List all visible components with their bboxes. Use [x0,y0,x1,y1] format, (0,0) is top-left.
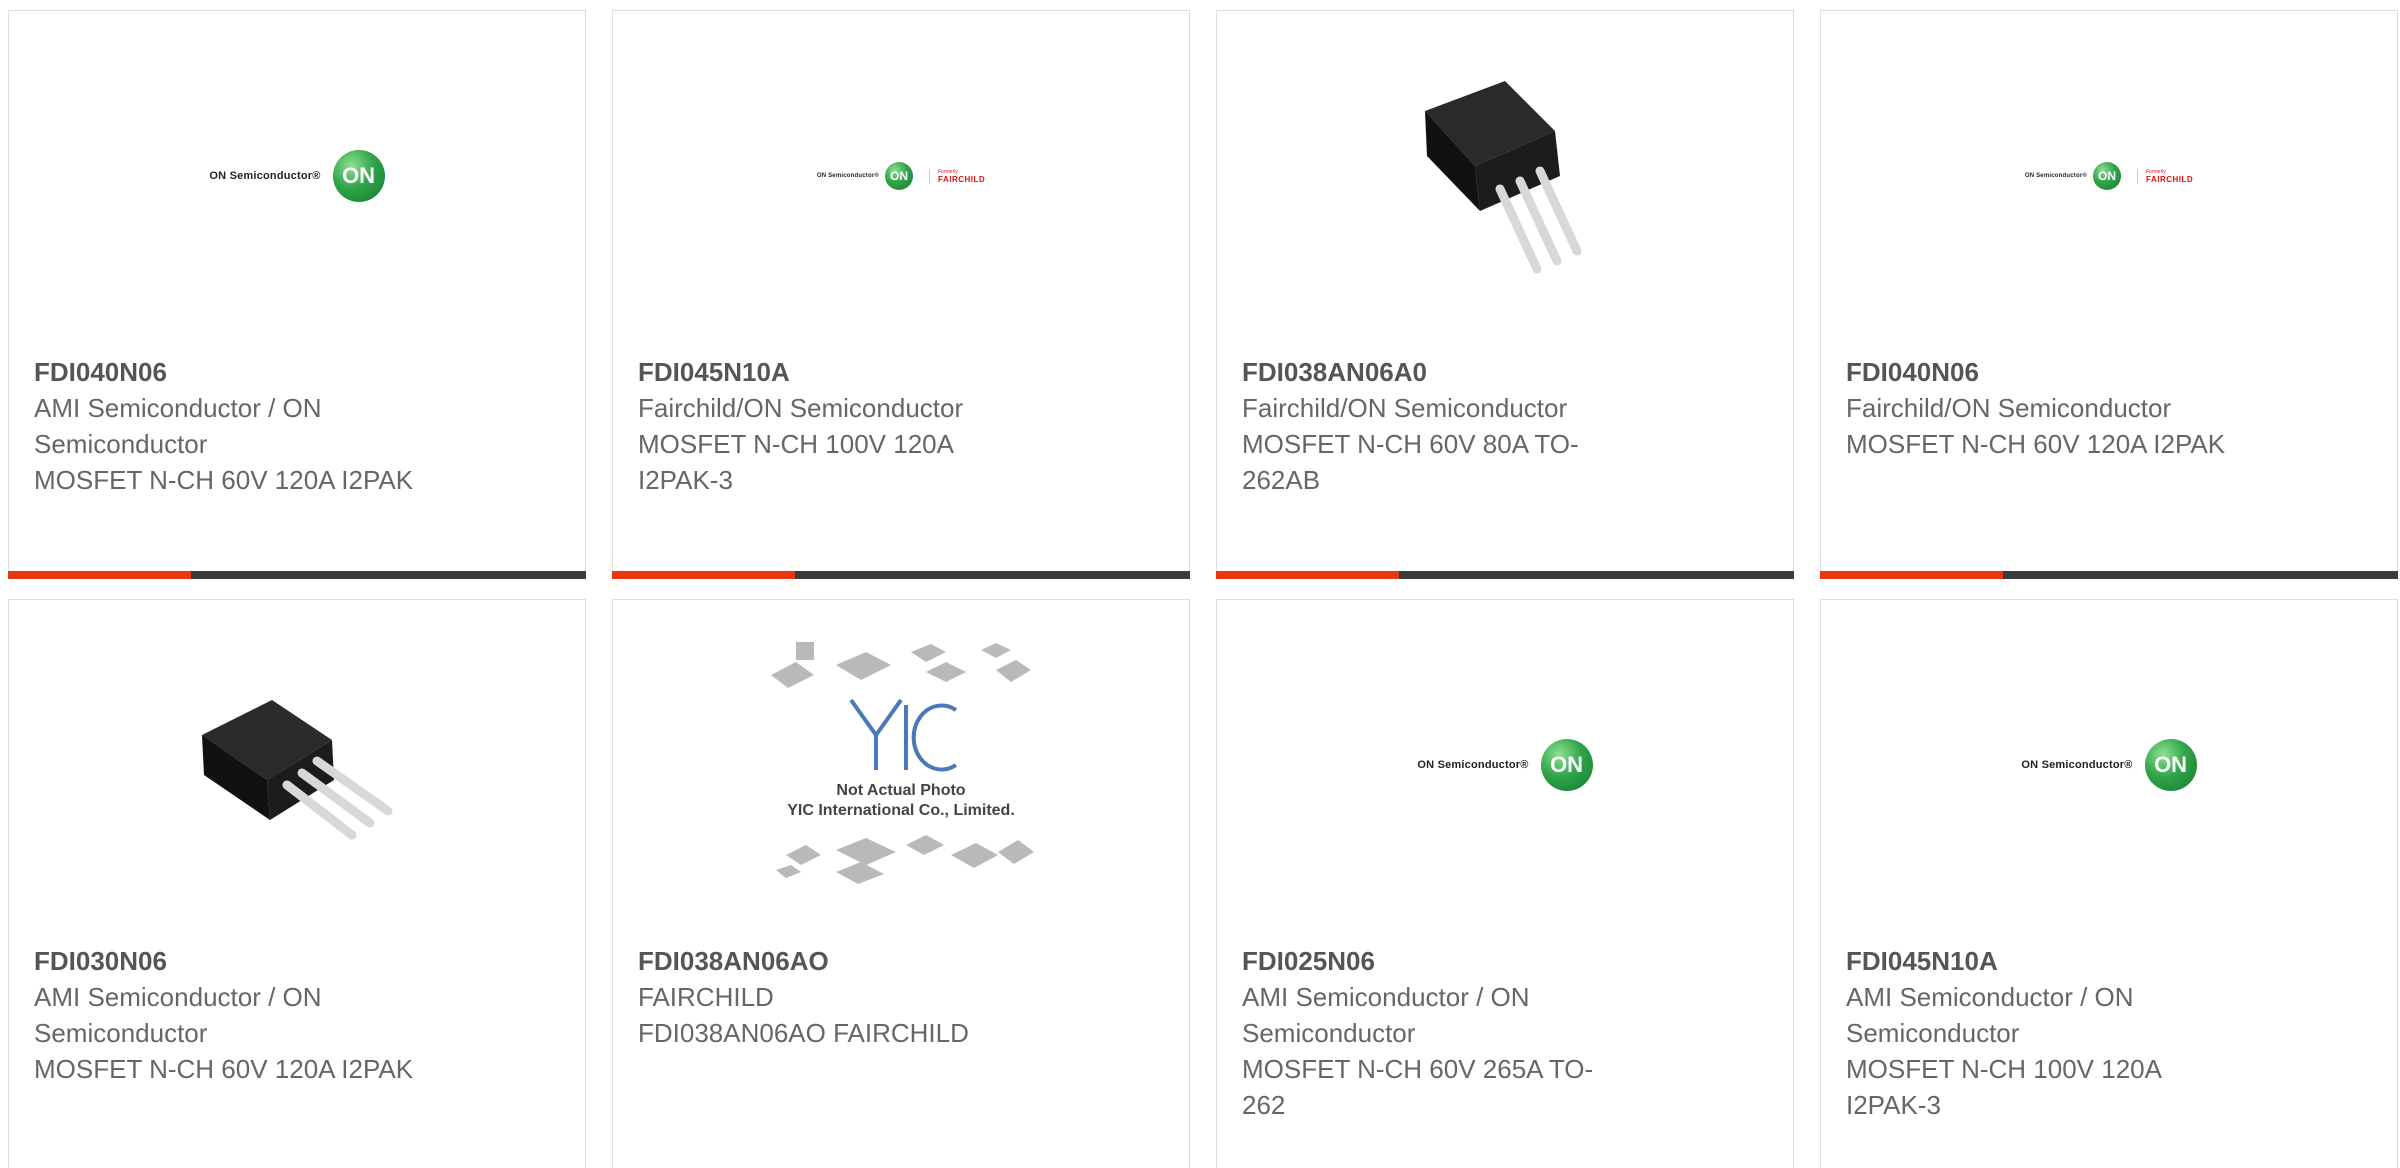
manufacturer: Fairchild/ON Semiconductor [1242,393,1568,423]
manufacturer: FAIRCHILD [638,982,774,1012]
logo-circle: ON [1540,739,1593,791]
logo-wordmark: ON Semiconductor® [1417,759,1529,771]
part-number[interactable]: FDI030N06 [34,943,454,979]
product-image: ON Semiconductor® ON Formerly FAIRCHILD [1821,11,2397,341]
on-semiconductor-logo: ON Semiconductor® ON [1417,739,1593,791]
logo-circle: ON [2144,739,2197,791]
part-number[interactable]: FDI045N10A [1846,943,2266,979]
part-number[interactable]: FDI045N10A [638,354,1058,390]
transistor-photo-icon [1425,81,1582,274]
description: MOSFET N-CH 60V 265A TO- [1242,1054,1594,1084]
product-card[interactable]: Not Actual Photo YIC International Co., … [612,599,1190,1168]
manufacturer: Semiconductor [1242,1018,1416,1048]
manufacturer: AMI Semiconductor / ON [34,982,322,1012]
description: I2PAK-3 [1846,1090,1941,1120]
manufacturer: Semiconductor [1846,1018,2020,1048]
manufacturer: AMI Semiconductor / ON [1242,982,1530,1012]
on-fairchild-logo: ON Semiconductor® ON Formerly FAIRCHILD [2025,162,2193,190]
description: I2PAK-3 [638,465,733,495]
logo-circle: ON [332,150,385,202]
manufacturer: Semiconductor [34,429,208,459]
yic-caption-2: YIC International Co., Limited. [787,802,1015,819]
manufacturer: Semiconductor [34,1018,208,1048]
logo-wordmark: ON Semiconductor® [2021,759,2133,771]
logo-wordmark: ON Semiconductor® [209,170,321,182]
product-image: Not Actual Photo YIC International Co., … [613,600,1189,930]
fairchild-logo: Formerly FAIRCHILD [2137,168,2194,184]
transistor-photo-icon [202,700,393,840]
product-card[interactable]: FDI030N06 AMI Semiconductor / ON Semicon… [8,599,586,1168]
part-number[interactable]: FDI040N06 [1846,354,2266,390]
description: 262 [1242,1090,1286,1120]
logo-wordmark: ON Semiconductor® [2024,173,2087,179]
description: MOSFET N-CH 60V 120A I2PAK [34,465,414,495]
fairchild-logo: Formerly FAIRCHILD [929,168,986,184]
logo-circle: ON [2093,162,2121,190]
product-image [9,600,585,930]
on-fairchild-logo: ON Semiconductor® ON Formerly FAIRCHILD [817,162,985,190]
product-card[interactable]: ON Semiconductor® ON FDI040N06 AMI Semic… [8,10,586,579]
description: 262AB [1242,465,1321,495]
product-image [1217,11,1793,341]
on-semiconductor-logo: ON Semiconductor® ON [209,150,385,202]
logo-circle: ON [885,162,913,190]
part-number[interactable]: FDI038AN06A0 [1242,354,1662,390]
part-number[interactable]: FDI025N06 [1242,943,1662,979]
description: MOSFET N-CH 60V 120A I2PAK [34,1054,414,1084]
yic-caption-1: Not Actual Photo [836,782,965,799]
manufacturer: AMI Semiconductor / ON [34,393,322,423]
product-grid: ON Semiconductor® ON FDI040N06 AMI Semic… [8,10,2400,1168]
part-number[interactable]: FDI038AN06AO [638,943,1058,979]
product-card[interactable]: ON Semiconductor® ON Formerly FAIRCHILD … [1820,10,2398,579]
on-semiconductor-logo: ON Semiconductor® ON [2021,739,2197,791]
product-image: ON Semiconductor® ON [9,11,585,341]
card-accent-bar [1820,571,2398,579]
manufacturer: Fairchild/ON Semiconductor [638,393,964,423]
product-card[interactable]: ON Semiconductor® ON FDI045N10A AMI Semi… [1820,599,2398,1168]
description: FDI038AN06AO FAIRCHILD [638,1018,969,1048]
product-card[interactable]: ON Semiconductor® ON Formerly FAIRCHILD … [612,10,1190,579]
product-image: ON Semiconductor® ON [1217,600,1793,930]
logo-wordmark: ON Semiconductor® [816,173,879,179]
manufacturer: Fairchild/ON Semiconductor [1846,393,2172,423]
yic-placeholder-icon: Not Actual Photo YIC International Co., … [771,642,1034,884]
part-number[interactable]: FDI040N06 [34,354,454,390]
fairchild-name: FAIRCHILD [2146,174,2194,184]
description: MOSFET N-CH 60V 80A TO- [1242,429,1579,459]
card-accent-bar [1216,571,1794,579]
product-card[interactable]: FDI038AN06A0 Fairchild/ON Semiconductor … [1216,10,1794,579]
card-accent-bar [8,571,586,579]
fairchild-name: FAIRCHILD [938,174,986,184]
description: MOSFET N-CH 60V 120A I2PAK [1846,429,2226,459]
card-accent-bar [612,571,1190,579]
description: MOSFET N-CH 100V 120A [1846,1054,2162,1084]
product-image: ON Semiconductor® ON Formerly FAIRCHILD [613,11,1189,341]
manufacturer: AMI Semiconductor / ON [1846,982,2134,1012]
description: MOSFET N-CH 100V 120A [638,429,954,459]
product-image: ON Semiconductor® ON [1821,600,2397,930]
product-card[interactable]: ON Semiconductor® ON FDI025N06 AMI Semic… [1216,599,1794,1168]
